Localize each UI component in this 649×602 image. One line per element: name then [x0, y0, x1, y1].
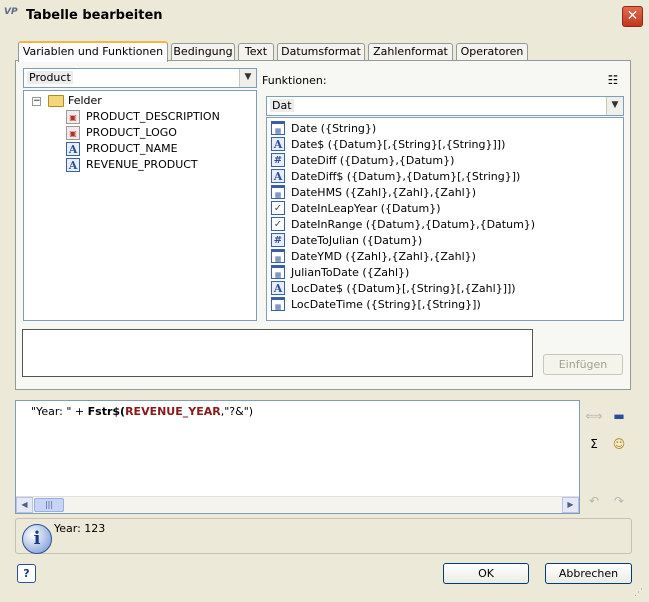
- function-item-label: LocDate$ ({Datum}[,{String}[,{Zahl}]]): [291, 282, 516, 295]
- tree-item[interactable]: A REVENUE_PRODUCT: [66, 157, 251, 173]
- function-item-label: DateInRange ({Datum},{Datum},{Datum}): [291, 218, 536, 231]
- folder-icon: [48, 95, 64, 107]
- text-type-icon: A: [271, 169, 285, 183]
- formula-function-part: Fstr$(: [87, 405, 126, 418]
- function-category-select[interactable]: Dat ▼: [266, 96, 624, 116]
- boolean-type-icon: ✓: [271, 217, 285, 231]
- function-item-label: DateDiff ({Datum},{Datum}): [291, 154, 455, 167]
- insert-button[interactable]: Einfügen: [543, 354, 623, 375]
- collapse-icon[interactable]: −: [32, 97, 41, 106]
- tree-root-label: Felder: [68, 94, 102, 107]
- calendar-icon: ▦: [271, 121, 285, 135]
- tree-item-label: PRODUCT_LOGO: [86, 126, 177, 139]
- functions-label: Funktionen:: [262, 74, 327, 87]
- function-item-label: DateDiff$ ({Datum},{Datum}[,{String}]): [291, 170, 521, 183]
- function-item-label: DateToJulian ({Datum}): [291, 234, 423, 247]
- chevron-down-icon[interactable]: ▼: [606, 97, 623, 115]
- function-item-label: LocDateTime ({String}[,{String}]): [291, 298, 481, 311]
- tab-operatoren[interactable]: Operatoren: [456, 43, 528, 61]
- cancel-button[interactable]: Abbrechen: [545, 563, 632, 584]
- tree-item[interactable]: ▣ PRODUCT_DESCRIPTION: [66, 109, 251, 125]
- tree-item-label: PRODUCT_NAME: [86, 142, 178, 155]
- redo-icon[interactable]: ↷: [610, 493, 628, 509]
- scroll-thumb[interactable]: |||: [34, 498, 64, 512]
- calendar-icon: ▦: [271, 265, 285, 279]
- text-field-icon: A: [66, 142, 80, 156]
- function-item-label: DateInLeapYear ({Datum}): [291, 202, 441, 215]
- tab-text[interactable]: Text: [238, 43, 274, 61]
- save-formula-icon[interactable]: ▬: [610, 408, 628, 424]
- dialog-title: Tabelle bearbeiten: [26, 8, 163, 23]
- formula-string-part: "Year: " +: [31, 405, 88, 418]
- function-description-box: [22, 329, 533, 377]
- image-field-icon: ▣: [66, 126, 80, 140]
- tree-item[interactable]: A PRODUCT_NAME: [66, 141, 251, 157]
- function-item-label: DateHMS ({Zahl},{Zahl},{Zahl}): [291, 186, 477, 199]
- tab-variablen-und-funktionen[interactable]: Variablen und Funktionen: [18, 41, 168, 62]
- image-field-icon: ▣: [66, 110, 80, 124]
- undo-icon[interactable]: ↶: [585, 493, 603, 509]
- sum-icon[interactable]: Σ: [585, 436, 603, 452]
- title-bar: VP Tabelle bearbeiten ✕: [0, 0, 649, 30]
- tab-datumsformat[interactable]: Datumsformat: [277, 43, 365, 61]
- tab-zahlenformat[interactable]: Zahlenformat: [368, 43, 453, 61]
- tree-item[interactable]: ▣ PRODUCT_LOGO: [66, 125, 251, 141]
- function-item-label: DateYMD ({Zahl},{Zahl},{Zahl}): [291, 250, 476, 263]
- dialog-window: VP Tabelle bearbeiten ✕ Variablen und Fu…: [0, 0, 649, 602]
- function-item-label: Date$ ({Datum}[,{String}[,{String}]]): [291, 138, 506, 151]
- list-view-icon[interactable]: ☷: [604, 72, 622, 88]
- close-icon: ✕: [626, 8, 639, 24]
- wrap-icon[interactable]: ⟺: [585, 408, 603, 424]
- variable-source-select[interactable]: Product ▼: [23, 68, 257, 88]
- horizontal-scrollbar[interactable]: ◀ ||| ▶: [16, 496, 579, 513]
- user-variables-icon[interactable]: ☺: [610, 436, 628, 452]
- tab-bedingung[interactable]: Bedingung: [171, 43, 235, 61]
- function-item-label: JulianToDate ({Zahl}): [291, 266, 410, 279]
- formula-tail-part: ,"?&"): [220, 405, 254, 418]
- text-field-icon: A: [66, 158, 80, 172]
- result-info-box: i Year: 123: [15, 518, 632, 554]
- variables-tree[interactable]: − Felder ▣ PRODUCT_DESCRIPTION ▣ PRODUCT…: [23, 90, 257, 321]
- calendar-icon: ▦: [271, 297, 285, 311]
- help-button[interactable]: ?: [17, 564, 36, 583]
- tree-item-label: PRODUCT_DESCRIPTION: [86, 110, 220, 123]
- text-type-icon: A: [271, 137, 285, 151]
- calendar-icon: ▦: [271, 185, 285, 199]
- app-logo-icon: VP: [4, 7, 18, 17]
- info-icon: i: [22, 524, 52, 554]
- formula-editor[interactable]: "Year: " + Fstr$(REVENUE_YEAR,"?&") ◀ ||…: [15, 400, 580, 514]
- scroll-right-icon[interactable]: ▶: [562, 497, 579, 513]
- variable-source-value: Product: [27, 71, 73, 84]
- resize-grip-icon[interactable]: ⋰: [634, 588, 646, 600]
- formula-variable-part: REVENUE_YEAR: [125, 405, 221, 418]
- number-type-icon: #: [271, 153, 285, 167]
- function-item-label: Date ({String}): [291, 122, 377, 135]
- scroll-left-icon[interactable]: ◀: [16, 497, 33, 513]
- number-type-icon: #: [271, 233, 285, 247]
- function-category-value: Dat: [270, 99, 294, 112]
- boolean-type-icon: ✓: [271, 201, 285, 215]
- functions-list[interactable]: ▦ Date ({String}) A Date$ ({Datum}[,{Str…: [266, 117, 624, 321]
- formula-text[interactable]: "Year: " + Fstr$(REVENUE_YEAR,"?&"): [31, 405, 253, 418]
- text-type-icon: A: [271, 281, 285, 295]
- tree-root-felder[interactable]: − Felder: [32, 93, 232, 109]
- result-text: Year: 123: [54, 522, 106, 535]
- close-button[interactable]: ✕: [622, 6, 643, 27]
- tree-item-label: REVENUE_PRODUCT: [86, 158, 198, 171]
- chevron-down-icon[interactable]: ▼: [239, 69, 256, 87]
- ok-button[interactable]: OK: [443, 563, 529, 584]
- calendar-icon: ▦: [271, 249, 285, 263]
